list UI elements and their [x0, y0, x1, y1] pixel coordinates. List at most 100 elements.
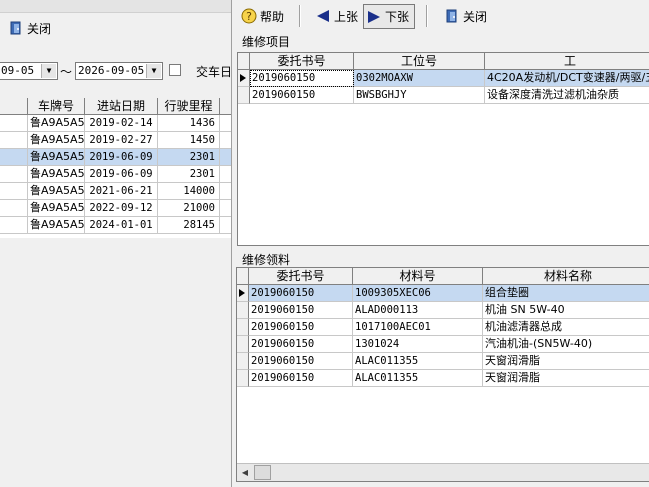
row-indicator[interactable] — [238, 70, 250, 87]
date-from-field[interactable]: 09-05 ▼ — [0, 62, 58, 80]
left-window: 关闭 09-05 ▼ ～ 2026-09-05 ▼ 交车日 车牌号 进站日期 行… — [0, 0, 232, 487]
scroll-thumb[interactable] — [254, 465, 271, 480]
row-indicator[interactable] — [0, 183, 28, 200]
entry-date-cell[interactable]: 2019-02-14 — [85, 115, 158, 132]
entry-date-cell[interactable]: 2019-06-09 — [85, 149, 158, 166]
mileage-cell[interactable]: 2301 — [158, 149, 220, 166]
part-no-cell[interactable]: 1301024 — [353, 336, 483, 353]
entry-date-cell[interactable]: 2019-06-09 — [85, 166, 158, 183]
order-no-cell[interactable]: 2019060150 — [249, 285, 353, 302]
part-name-cell[interactable]: 汽油机油-(SN5W-40) — [483, 336, 649, 353]
repair-items-grid: 委托书号 工位号 工 2019060150 0302MOAXW 4C20A发动机/D… — [237, 52, 649, 246]
entry-date-cell[interactable]: 2024-01-01 — [85, 217, 158, 234]
scroll-left-icon[interactable]: ◀ — [237, 464, 253, 481]
toolbar-separator — [299, 5, 301, 27]
arrow-left-icon — [315, 8, 331, 24]
station-no-cell[interactable]: 0302MOAXW — [354, 70, 485, 87]
col-header-part-no[interactable]: 材料号 — [353, 268, 483, 285]
entry-date-cell[interactable]: 2019-02-27 — [85, 132, 158, 149]
row-indicator[interactable] — [0, 149, 28, 166]
part-name-cell[interactable]: 天窗润滑脂 — [483, 353, 649, 370]
entry-date-cell[interactable]: 2021-06-21 — [85, 183, 158, 200]
plate-cell[interactable]: 鲁A9A5A5 — [28, 149, 85, 166]
help-button[interactable]: ? 帮助 — [239, 5, 286, 27]
repair-items-title: 维修项目 — [242, 35, 291, 49]
order-no-cell[interactable]: 2019060150 — [249, 302, 353, 319]
station-no-cell[interactable]: BWSBGHJY — [354, 87, 485, 104]
row-indicator[interactable] — [0, 166, 28, 183]
row-indicator[interactable] — [237, 353, 249, 370]
plate-cell[interactable]: 鲁A9A5A5 — [28, 166, 85, 183]
close-door-icon — [444, 8, 460, 24]
left-toolbar-strip — [0, 0, 232, 13]
date-to-field[interactable]: 2026-09-05 ▼ — [75, 62, 163, 80]
vehicle-grid: 车牌号 进站日期 行驶里程 鲁A9A5A5 2019-02-14 1436 鲁A9A5… — [0, 98, 232, 238]
part-name-cell[interactable]: 组合垫圈 — [483, 285, 649, 302]
row-indicator[interactable] — [237, 285, 249, 302]
col-header-order-no[interactable]: 委托书号 — [249, 268, 353, 285]
repair-grid-header-blank — [238, 53, 250, 70]
date-from-dropdown-icon[interactable]: ▼ — [41, 64, 56, 78]
next-button[interactable]: 下张 — [363, 4, 415, 29]
entry-date-cell[interactable]: 2022-09-12 — [85, 200, 158, 217]
part-no-cell[interactable]: 1009305XEC06 — [353, 285, 483, 302]
order-no-cell[interactable]: 2019060150 — [250, 87, 354, 104]
row-indicator[interactable] — [238, 87, 250, 104]
date-to-dropdown-icon[interactable]: ▼ — [146, 64, 161, 78]
delivery-checkbox[interactable] — [169, 64, 181, 76]
current-row-arrow-icon — [239, 289, 245, 297]
mileage-cell[interactable]: 14000 — [158, 183, 220, 200]
order-no-cell[interactable]: 2019060150 — [250, 70, 354, 87]
order-no-cell[interactable]: 2019060150 — [249, 336, 353, 353]
arrow-right-icon — [366, 9, 382, 25]
row-indicator[interactable] — [0, 200, 28, 217]
close-button[interactable]: 关闭 — [442, 5, 489, 27]
order-no-cell[interactable]: 2019060150 — [249, 370, 353, 387]
plate-cell[interactable]: 鲁A9A5A5 — [28, 183, 85, 200]
current-row-arrow-icon — [240, 74, 246, 82]
row-indicator[interactable] — [0, 132, 28, 149]
row-indicator[interactable] — [237, 336, 249, 353]
left-close-button[interactable]: 关闭 — [6, 17, 53, 39]
plate-cell[interactable]: 鲁A9A5A5 — [28, 132, 85, 149]
row-indicator[interactable] — [237, 302, 249, 319]
mileage-cell[interactable]: 28145 — [158, 217, 220, 234]
plate-cell[interactable]: 鲁A9A5A5 — [28, 115, 85, 132]
col-header-plate[interactable]: 车牌号 — [28, 98, 85, 115]
row-indicator[interactable] — [237, 319, 249, 336]
plate-cell[interactable]: 鲁A9A5A5 — [28, 217, 85, 234]
order-no-cell[interactable]: 2019060150 — [249, 353, 353, 370]
mileage-cell[interactable]: 21000 — [158, 200, 220, 217]
materials-hscrollbar[interactable]: ◀ — [237, 463, 649, 481]
row-indicator[interactable] — [0, 115, 28, 132]
detail-window: ? 帮助 上张 下张 关闭 维修项目 委托书号 工位号 工 2019060150… — [231, 0, 649, 487]
part-no-cell[interactable]: ALAD000113 — [353, 302, 483, 319]
part-name-cell[interactable]: 天窗润滑脂 — [483, 370, 649, 387]
materials-grid: 委托书号 材料号 材料名称 2019060150 1009305XEC06 组合垫圈… — [236, 267, 649, 482]
work-desc-cell[interactable]: 设备深度清洗过滤机油杂质 — [485, 87, 649, 104]
col-header-mileage[interactable]: 行驶里程 — [158, 98, 220, 115]
vehicle-grid-header-blank — [0, 98, 28, 115]
order-no-cell[interactable]: 2019060150 — [249, 319, 353, 336]
row-indicator[interactable] — [237, 370, 249, 387]
mileage-cell[interactable]: 1450 — [158, 132, 220, 149]
work-desc-cell[interactable]: 4C20A发动机/DCT变速器/两驱/五 — [485, 70, 649, 87]
mileage-cell[interactable]: 1436 — [158, 115, 220, 132]
part-name-cell[interactable]: 机油滤清器总成 — [483, 319, 649, 336]
row-indicator[interactable] — [0, 217, 28, 234]
part-name-cell[interactable]: 机油 SN 5W-40 — [483, 302, 649, 319]
part-no-cell[interactable]: 1017100AEC01 — [353, 319, 483, 336]
date-range-separator: ～ — [60, 65, 73, 79]
prev-button[interactable]: 上张 — [313, 5, 360, 27]
plate-cell[interactable]: 鲁A9A5A5 — [28, 200, 85, 217]
col-header-station-no[interactable]: 工位号 — [354, 53, 485, 70]
part-no-cell[interactable]: ALAC011355 — [353, 370, 483, 387]
delivery-date-label: 交车日 — [196, 65, 233, 79]
mileage-cell[interactable]: 2301 — [158, 166, 220, 183]
col-header-entry-date[interactable]: 进站日期 — [85, 98, 158, 115]
col-header-work-desc[interactable]: 工 — [485, 53, 649, 70]
col-header-part-name[interactable]: 材料名称 — [483, 268, 649, 285]
part-no-cell[interactable]: ALAC011355 — [353, 353, 483, 370]
col-header-order-no[interactable]: 委托书号 — [250, 53, 354, 70]
svg-text:?: ? — [246, 10, 252, 23]
